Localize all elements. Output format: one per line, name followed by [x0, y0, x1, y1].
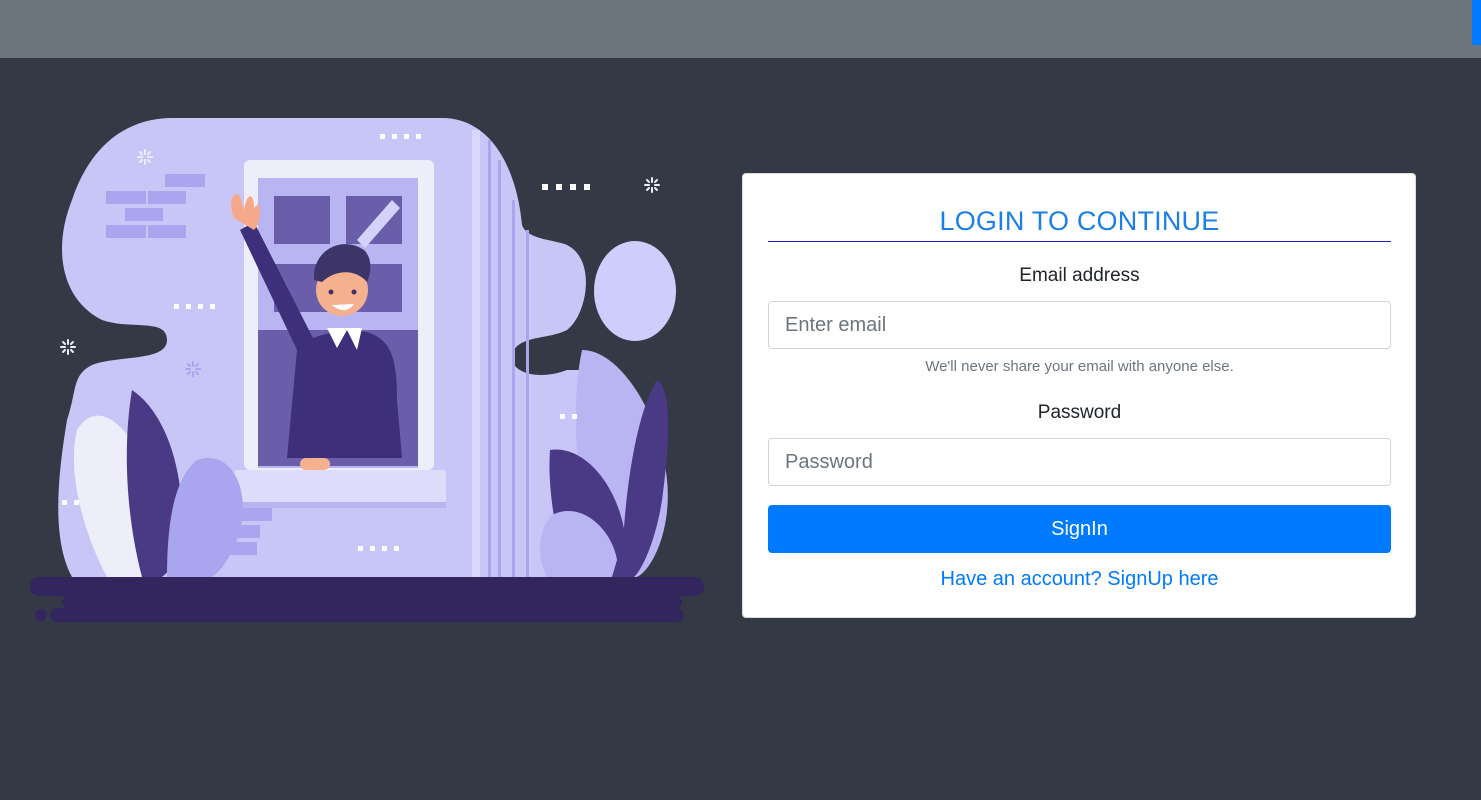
email-help-text: We'll never share your email with anyone… [925, 358, 1234, 375]
background-oval [594, 241, 676, 341]
password-input[interactable] [768, 438, 1391, 486]
navbar-accent [1472, 0, 1481, 45]
person-body [287, 330, 402, 458]
signin-button[interactable]: SignIn [768, 505, 1391, 553]
email-input[interactable] [768, 301, 1391, 349]
top-navbar [0, 0, 1481, 58]
signup-link[interactable]: Have an account? SignUp here [768, 566, 1391, 592]
email-label: Email address [1019, 265, 1140, 286]
login-card: LOGIN TO CONTINUE Email address We'll ne… [742, 173, 1416, 618]
password-label: Password [1037, 402, 1122, 423]
floor [30, 577, 704, 596]
waving-person-illustration [30, 118, 704, 622]
login-title: LOGIN TO CONTINUE [768, 202, 1391, 242]
